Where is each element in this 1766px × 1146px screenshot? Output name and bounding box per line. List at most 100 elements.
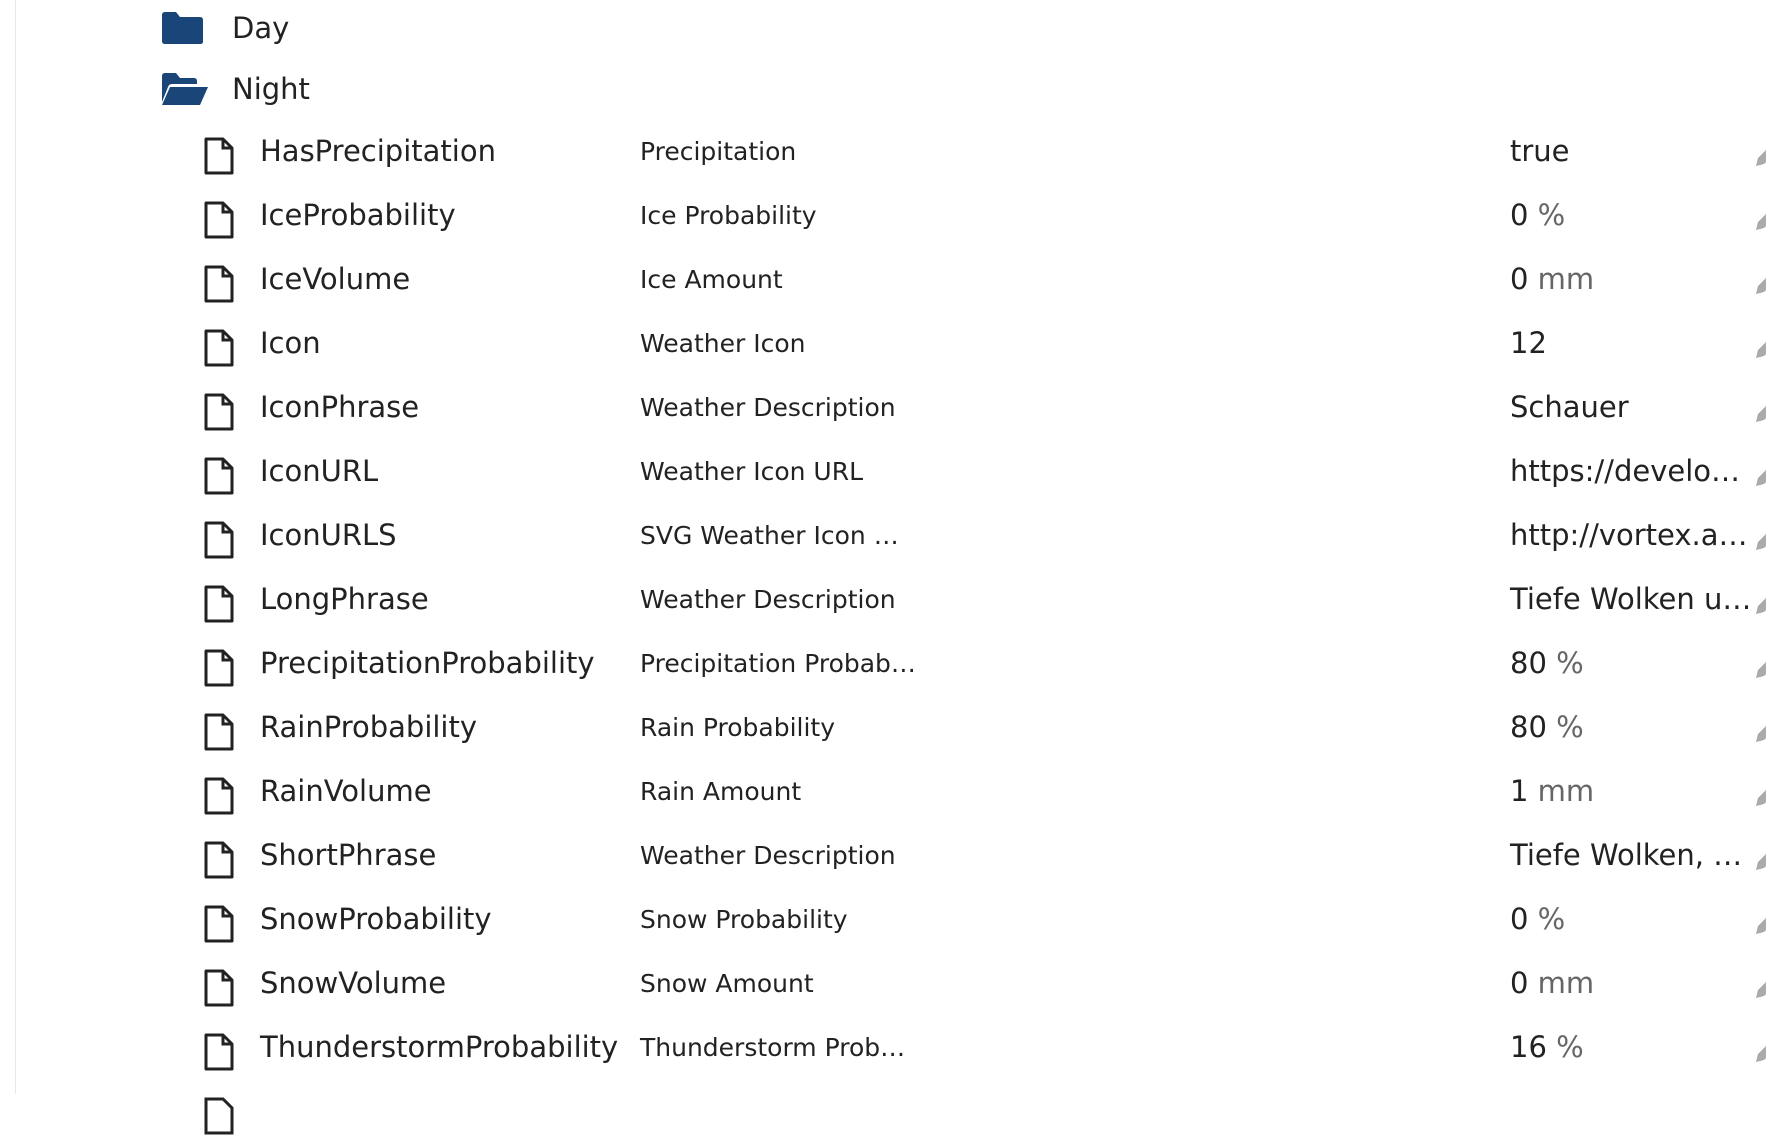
state-unit: % xyxy=(1556,1030,1584,1064)
file-icon xyxy=(204,521,234,559)
state-row[interactable]: IceVolume Ice Amount 0 mm xyxy=(0,250,1766,314)
folder-open-icon xyxy=(162,73,208,105)
state-label: Snow Probability xyxy=(640,905,848,934)
state-label: Ice Probability xyxy=(640,201,817,230)
edit-pencil-icon[interactable] xyxy=(1750,654,1766,684)
state-row[interactable]: IceProbability Ice Probability 0 % xyxy=(0,186,1766,250)
state-value: 0 % xyxy=(1510,902,1566,936)
state-value: 12 xyxy=(1510,326,1547,360)
state-value: 0 % xyxy=(1510,198,1566,232)
state-value: 0 mm xyxy=(1510,966,1595,1000)
state-value: Schauer xyxy=(1510,390,1629,424)
file-icon xyxy=(204,265,234,303)
state-label: Rain Probability xyxy=(640,713,836,742)
state-row[interactable]: IconURL Weather Icon URL https://develo… xyxy=(0,442,1766,506)
state-value: 0 mm xyxy=(1510,262,1595,296)
edit-pencil-icon[interactable] xyxy=(1750,270,1766,300)
state-value: Tiefe Wolken u… xyxy=(1510,582,1752,616)
state-label: Weather Description xyxy=(640,841,896,870)
state-label: Thunderstorm Prob… xyxy=(640,1033,906,1062)
state-id: SnowVolume xyxy=(260,966,447,1000)
edit-pencil-icon[interactable] xyxy=(1750,526,1766,556)
file-icon xyxy=(204,713,234,751)
state-row[interactable]: IconURLS SVG Weather Icon … http://vorte… xyxy=(0,506,1766,570)
state-row[interactable]: PrecipitationProbability Precipitation P… xyxy=(0,634,1766,698)
state-unit: mm xyxy=(1537,774,1595,808)
state-row[interactable]: SnowProbability Snow Probability 0 % xyxy=(0,890,1766,954)
state-id: IceProbability xyxy=(260,198,456,232)
state-id: IconURL xyxy=(260,454,379,488)
state-row[interactable]: SnowVolume Snow Amount 0 mm xyxy=(0,954,1766,1018)
file-icon xyxy=(204,201,234,239)
file-icon xyxy=(204,1097,234,1135)
file-icon xyxy=(204,649,234,687)
folder-label: Night xyxy=(232,72,310,106)
edit-pencil-icon[interactable] xyxy=(1750,846,1766,876)
state-row[interactable]: RainProbability Rain Probability 80 % xyxy=(0,698,1766,762)
edit-pencil-icon[interactable] xyxy=(1750,782,1766,812)
state-unit: % xyxy=(1537,902,1566,936)
state-id: Icon xyxy=(260,326,321,360)
state-value: 1 mm xyxy=(1510,774,1595,808)
edit-pencil-icon[interactable] xyxy=(1750,334,1766,364)
state-value: https://develo… xyxy=(1510,454,1741,488)
state-id: IconURLS xyxy=(260,518,397,552)
state-label: Rain Amount xyxy=(640,777,802,806)
state-row-partial xyxy=(0,1082,1766,1146)
file-icon xyxy=(204,841,234,879)
state-label: Weather Icon URL xyxy=(640,457,864,486)
edit-pencil-icon[interactable] xyxy=(1750,462,1766,492)
edit-pencil-icon[interactable] xyxy=(1750,910,1766,940)
state-id: SnowProbability xyxy=(260,902,492,936)
state-row[interactable]: IconPhrase Weather Description Schauer xyxy=(0,378,1766,442)
state-value: Tiefe Wolken, … xyxy=(1510,838,1743,872)
file-icon xyxy=(204,457,234,495)
state-row[interactable]: RainVolume Rain Amount 1 mm xyxy=(0,762,1766,826)
state-id: ThunderstormProbability xyxy=(260,1030,619,1064)
state-value: 80 % xyxy=(1510,710,1584,744)
state-label: Weather Description xyxy=(640,393,896,422)
state-label: Weather Icon xyxy=(640,329,806,358)
edit-pencil-icon[interactable] xyxy=(1750,590,1766,620)
state-id: PrecipitationProbability xyxy=(260,646,595,680)
folder-icon xyxy=(162,12,203,44)
state-value: http://vortex.a… xyxy=(1510,518,1748,552)
state-unit: % xyxy=(1556,646,1584,680)
state-value: true xyxy=(1510,134,1570,168)
edit-pencil-icon[interactable] xyxy=(1750,974,1766,1004)
state-label: Precipitation Probab… xyxy=(640,649,916,678)
state-row[interactable]: HasPrecipitation Precipitation true xyxy=(0,122,1766,186)
state-row[interactable]: Icon Weather Icon 12 xyxy=(0,314,1766,378)
state-row[interactable]: ShortPhrase Weather Description Tiefe Wo… xyxy=(0,826,1766,890)
folder-day[interactable]: Day xyxy=(160,0,289,56)
state-id: RainProbability xyxy=(260,710,478,744)
state-label: Weather Description xyxy=(640,585,896,614)
folder-night[interactable]: Night xyxy=(160,61,310,117)
state-id: ShortPhrase xyxy=(260,838,437,872)
edit-pencil-icon[interactable] xyxy=(1750,142,1766,172)
file-icon xyxy=(204,137,234,175)
file-icon xyxy=(204,905,234,943)
edit-pencil-icon[interactable] xyxy=(1750,718,1766,748)
edit-pencil-icon[interactable] xyxy=(1750,398,1766,428)
state-unit: % xyxy=(1537,198,1566,232)
edit-pencil-icon[interactable] xyxy=(1750,1038,1766,1068)
state-row[interactable]: LongPhrase Weather Description Tiefe Wol… xyxy=(0,570,1766,634)
state-row[interactable]: ThunderstormProbability Thunderstorm Pro… xyxy=(0,1018,1766,1082)
state-label: Ice Amount xyxy=(640,265,783,294)
state-unit: mm xyxy=(1537,966,1595,1000)
edit-pencil-icon[interactable] xyxy=(1750,206,1766,236)
folder-label: Day xyxy=(232,11,290,45)
file-icon xyxy=(204,969,234,1007)
state-id: IconPhrase xyxy=(260,390,420,424)
state-label: Snow Amount xyxy=(640,969,814,998)
state-unit: % xyxy=(1556,710,1584,744)
state-id: HasPrecipitation xyxy=(260,134,496,168)
state-value: 16 % xyxy=(1510,1030,1584,1064)
state-value: 80 % xyxy=(1510,646,1584,680)
file-icon xyxy=(204,777,234,815)
state-label: SVG Weather Icon … xyxy=(640,521,899,550)
file-icon xyxy=(204,393,234,431)
file-icon xyxy=(204,1033,234,1071)
state-id: RainVolume xyxy=(260,774,432,808)
